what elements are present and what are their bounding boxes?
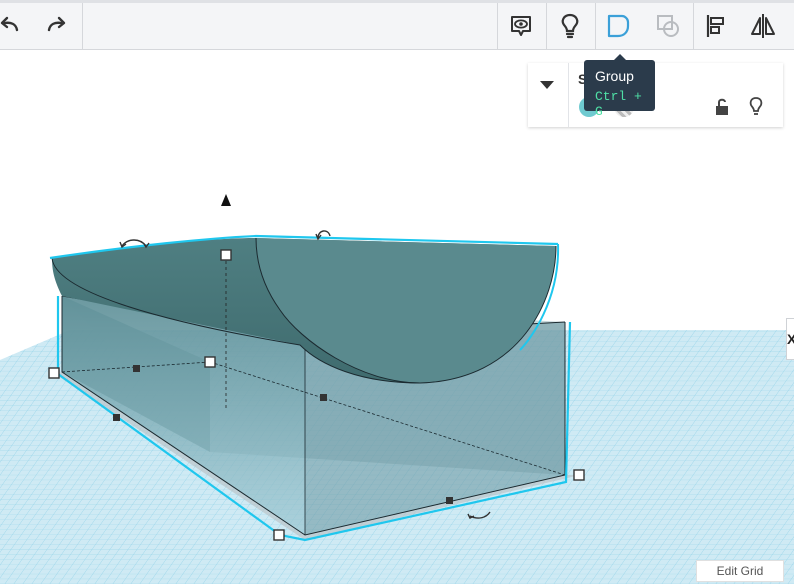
corner-handle[interactable] [48, 367, 60, 379]
redo-icon [47, 16, 66, 32]
group-tooltip: Group Ctrl + G [584, 54, 655, 119]
edge-handle[interactable] [446, 497, 453, 504]
align-button[interactable] [698, 8, 734, 44]
lift-arrow-handle[interactable] [221, 194, 231, 206]
corner-handle[interactable] [273, 529, 285, 541]
edit-grid-button[interactable]: Edit Grid [696, 560, 784, 582]
speech-eye-icon [511, 16, 531, 36]
notes-button[interactable] [503, 8, 539, 44]
undo-button[interactable] [0, 8, 28, 44]
redo-button[interactable] [38, 8, 74, 44]
corner-handle[interactable] [204, 356, 216, 368]
light-button[interactable] [552, 8, 588, 44]
ungroup-icon [657, 15, 679, 37]
ungroup-button[interactable] [650, 8, 686, 44]
tooltip-title: Group [595, 68, 634, 84]
tooltip-shortcut: Ctrl + G [595, 89, 642, 119]
height-handle[interactable] [220, 249, 232, 261]
edge-handle[interactable] [113, 414, 120, 421]
lightbulb-icon [561, 13, 579, 39]
undo-icon [0, 16, 19, 32]
mirror-button[interactable] [745, 8, 781, 44]
group-button[interactable] [601, 8, 637, 44]
shape-panel: S [528, 63, 783, 127]
unlock-icon[interactable] [714, 97, 730, 117]
edge-handle[interactable] [320, 394, 327, 401]
corner-handle[interactable] [573, 469, 585, 481]
group-icon [607, 14, 630, 38]
workplane-viewport[interactable] [0, 50, 794, 584]
side-panel-tab[interactable]: X [786, 318, 794, 360]
caret-down-icon [540, 81, 554, 89]
toolbar [0, 0, 794, 50]
edge-handle[interactable] [133, 365, 140, 372]
align-icon [706, 15, 724, 37]
mirror-icon [751, 14, 775, 38]
history-group [0, 3, 83, 50]
panel-collapse[interactable] [528, 63, 569, 127]
lightbulb-icon[interactable] [748, 96, 764, 118]
